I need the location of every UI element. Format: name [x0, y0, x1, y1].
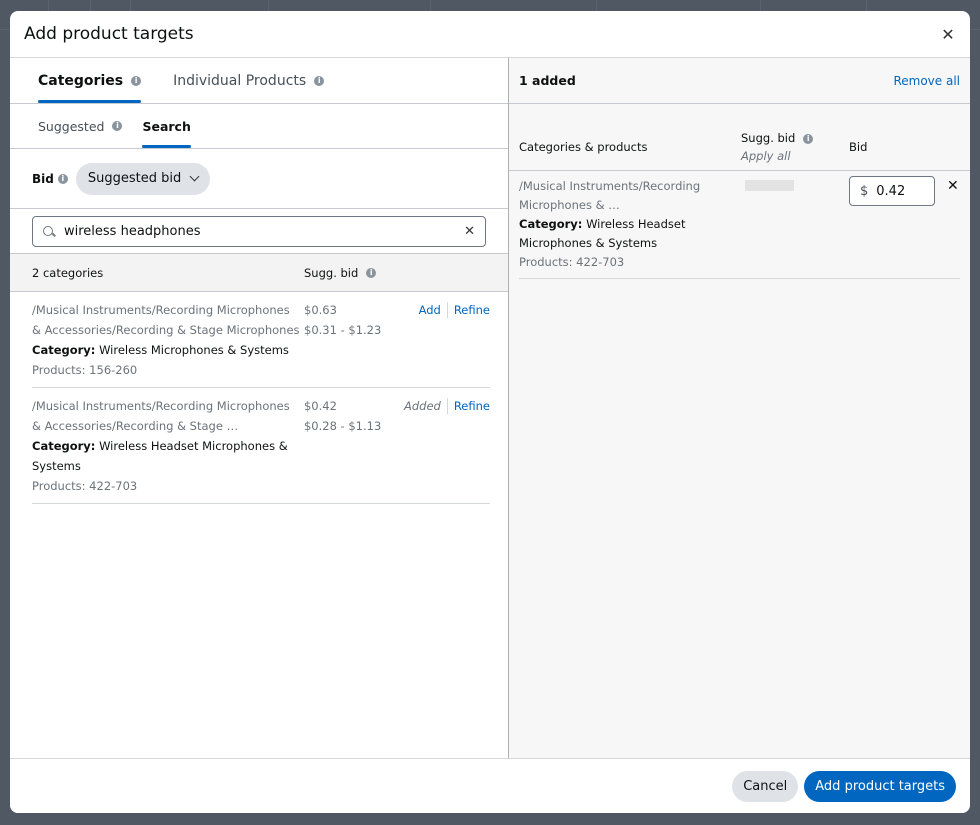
left-panel: Categories i Individual Products i Sugge… — [10, 58, 509, 758]
product-count: Products: 422-703 — [519, 255, 625, 269]
remove-all-button[interactable]: Remove all — [893, 74, 960, 88]
refine-button[interactable]: Refine — [454, 396, 490, 496]
category-path: /Musical Instruments/Recording Microphon… — [32, 399, 290, 413]
category-name: Category: Wireless Headset Microphones &… — [32, 436, 304, 476]
subtab-label: Search — [142, 118, 191, 134]
currency-symbol: $ — [860, 183, 869, 199]
category-mode-tabs: Suggested i Search — [10, 104, 508, 149]
sugg-bid-loading-placeholder — [745, 180, 794, 191]
remove-item-icon[interactable]: ✕ — [947, 177, 959, 196]
category-value: Wireless Microphones & Systems — [99, 343, 289, 357]
modal-body: Categories i Individual Products i Sugge… — [10, 58, 970, 758]
info-icon[interactable]: i — [803, 133, 814, 144]
close-icon[interactable]: ✕ — [940, 25, 956, 44]
category-name: Category: Wireless Headset Microphones &… — [519, 215, 719, 253]
clear-search-icon[interactable]: ✕ — [464, 224, 475, 239]
bid-input-field: $ — [849, 176, 935, 206]
result-details: /Musical Instruments/Recording Microphon… — [32, 396, 304, 496]
apply-all-button[interactable]: Apply all — [741, 149, 791, 163]
suggested-bid: $0.42 $0.28 - $1.13 — [304, 396, 404, 496]
sugg-bid-range: $0.31 - $1.23 — [304, 323, 382, 337]
bid-label: Bid i — [32, 172, 68, 186]
search-row: ✕ — [10, 209, 508, 254]
modal-footer: Cancel Add product targets — [10, 758, 970, 813]
refine-button[interactable]: Refine — [454, 300, 490, 380]
add-button[interactable]: Add — [419, 300, 441, 380]
info-icon[interactable]: i — [131, 75, 142, 86]
add-product-targets-button[interactable]: Add product targets — [804, 770, 956, 802]
info-icon[interactable]: i — [314, 75, 325, 86]
category-label: Category: — [519, 217, 583, 231]
tab-categories[interactable]: Categories i — [38, 58, 142, 103]
result-actions: Added Refine — [404, 396, 490, 496]
subtab-search[interactable]: Search — [142, 104, 192, 148]
sugg-bid-range: $0.28 - $1.13 — [303, 419, 382, 433]
results-header: 2 categories Sugg. bid i — [10, 254, 508, 292]
modal-header: Add product targets ✕ — [10, 11, 970, 58]
category-path: & Accessories/Recording & Stage … — [32, 419, 239, 433]
category-path: /Musical Instruments/Recording — [519, 179, 701, 193]
tab-label: Individual Products — [173, 72, 307, 89]
divider — [446, 302, 448, 318]
bid-strategy-dropdown[interactable]: Suggested bid — [75, 162, 211, 195]
col-bid: Bid — [849, 140, 868, 154]
sugg-bid-value: $0.63 — [304, 303, 337, 317]
tab-label: Categories — [38, 72, 124, 89]
chevron-down-icon — [189, 171, 200, 182]
modal-title: Add product targets — [24, 24, 194, 44]
search-input[interactable] — [64, 224, 465, 239]
result-actions: Add Refine — [404, 300, 490, 380]
search-icon — [43, 225, 55, 238]
category-path: & Accessories/Recording & Stage Micropho… — [32, 323, 300, 337]
category-label: Category: — [32, 439, 96, 453]
cancel-button[interactable]: Cancel — [732, 770, 799, 802]
added-count: 1 added — [519, 73, 576, 88]
bid-input[interactable] — [876, 183, 927, 199]
bid-row: Bid i Suggested bid — [10, 149, 508, 209]
product-count: Products: 156-260 — [32, 363, 138, 377]
tab-individual-products[interactable]: Individual Products i — [173, 58, 325, 103]
add-product-targets-modal: Add product targets ✕ Categories i Indiv… — [10, 11, 970, 813]
sugg-bid-header: Sugg. bid i — [304, 265, 377, 280]
category-path: Microphones & … — [519, 198, 620, 212]
subtab-suggested[interactable]: Suggested i — [38, 104, 123, 148]
info-icon[interactable]: i — [366, 268, 377, 278]
col-categories-products: Categories & products — [519, 140, 648, 154]
col-sugg-bid-label: Sugg. bid — [741, 131, 796, 145]
info-icon[interactable]: i — [57, 174, 68, 184]
col-sugg-bid: Sugg. bid i — [741, 131, 814, 145]
divider — [446, 398, 448, 414]
result-row: /Musical Instruments/Recording Microphon… — [32, 292, 490, 388]
result-row: /Musical Instruments/Recording Microphon… — [32, 388, 490, 504]
subtab-label: Suggested — [38, 118, 105, 134]
selected-column-headers: Categories & products Sugg. bid i Apply a… — [509, 104, 970, 171]
sugg-bid-header-label: Sugg. bid — [304, 265, 359, 280]
bid-dropdown-value: Suggested bid — [87, 171, 182, 186]
selected-item-details: /Musical Instruments/Recording Microphon… — [519, 177, 719, 272]
product-count: Products: 422-703 — [32, 479, 138, 493]
bid-label-text: Bid — [32, 171, 54, 186]
right-panel: 1 added Remove all Categories & products… — [509, 58, 970, 758]
selected-item-row: /Musical Instruments/Recording Microphon… — [519, 171, 960, 279]
suggested-bid: $0.63 $0.31 - $1.23 — [304, 300, 404, 380]
search-box: ✕ — [32, 216, 486, 247]
category-path: /Musical Instruments/Recording Microphon… — [32, 303, 290, 317]
results-count: 2 categories — [32, 265, 104, 280]
added-status: Added — [403, 399, 441, 413]
target-type-tabs: Categories i Individual Products i — [10, 58, 508, 104]
category-label: Category: — [32, 343, 96, 357]
result-details: /Musical Instruments/Recording Microphon… — [32, 300, 304, 380]
info-icon[interactable]: i — [112, 121, 123, 131]
selected-header: 1 added Remove all — [509, 58, 970, 104]
sugg-bid-value: $0.42 — [303, 399, 337, 413]
category-name: Category: Wireless Microphones & Systems — [32, 340, 304, 360]
